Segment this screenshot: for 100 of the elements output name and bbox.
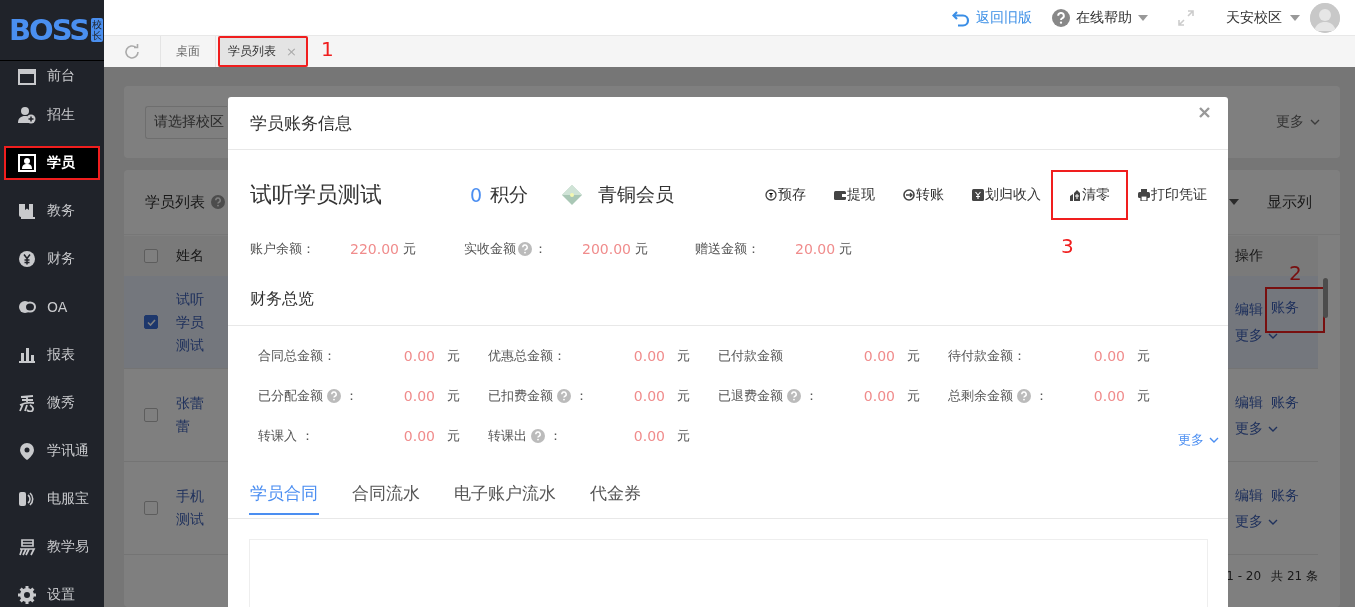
user-card-icon <box>18 154 36 172</box>
checkbox[interactable] <box>144 315 158 329</box>
chat-icon <box>18 298 36 316</box>
section-title: 财务总览 <box>228 254 1228 326</box>
amount-value: 0.00 <box>863 348 895 364</box>
campus-menu[interactable]: 天安校区 <box>1226 8 1300 27</box>
close-icon[interactable] <box>1199 107 1210 118</box>
chevron-down-icon <box>1268 332 1278 340</box>
member-level-label: 青铜会员 <box>598 182 675 207</box>
action-button[interactable]: 提现 <box>834 186 875 204</box>
help-icon <box>531 429 545 443</box>
chevron-down-icon <box>1310 118 1320 126</box>
logo-badge: 校长 <box>91 18 104 42</box>
sidebar-item[interactable]: 教务 <box>4 194 100 228</box>
sidebar-item[interactable]: 电服宝 <box>4 482 100 516</box>
help-icon <box>327 389 341 403</box>
column-header: 姓名 <box>176 247 205 265</box>
checkbox[interactable] <box>144 408 158 422</box>
help-icon <box>1052 8 1070 27</box>
location-pin-icon <box>18 442 36 460</box>
field-label: 待付款金额： <box>948 347 1027 365</box>
unit-label: 元 <box>447 427 460 445</box>
total-count: 共 21 条 <box>1271 567 1318 585</box>
coin-icon <box>765 189 777 201</box>
amount-value: 0.00 <box>403 428 435 444</box>
diamond-icon <box>562 185 583 205</box>
sidebar-item[interactable]: OA <box>4 290 100 324</box>
field-label: 转课入 ： <box>258 427 316 445</box>
field-label: 已分配金额 ： <box>258 387 359 405</box>
annotation-number: 2 <box>1289 261 1302 285</box>
scrollbar-thumb[interactable] <box>1323 278 1328 318</box>
sidebar-item[interactable]: 设置 <box>4 578 100 607</box>
unit-label: 元 <box>447 347 460 365</box>
unit-label: 元 <box>677 347 690 365</box>
yen-icon <box>972 189 984 201</box>
chevron-down-icon <box>1209 436 1219 444</box>
unit-label: 元 <box>907 387 920 405</box>
calendar-icon <box>18 67 36 85</box>
fullscreen-icon <box>1178 9 1194 26</box>
help-icon <box>211 195 225 209</box>
phone-icon <box>18 490 36 508</box>
logo-text: BOSS <box>9 13 89 47</box>
help-menu[interactable]: 在线帮助 <box>1052 8 1148 27</box>
tab[interactable]: 代金券 <box>589 473 642 515</box>
transfer-icon <box>903 189 915 201</box>
show-columns-button[interactable]: 显示列 <box>1267 192 1312 212</box>
undo-icon <box>952 8 970 27</box>
unit-label: 元 <box>447 387 460 405</box>
user-add-icon <box>18 106 36 124</box>
action-button[interactable]: 预存 <box>765 186 806 204</box>
amount-value: 220.00 <box>350 241 399 257</box>
tab[interactable]: 合同流水 <box>351 473 421 515</box>
field-label: 已扣费金额 ： <box>488 387 589 405</box>
help-icon <box>1017 389 1031 403</box>
unit-label: 元 <box>1137 347 1150 365</box>
sidebar-item[interactable]: 报表 <box>4 338 100 372</box>
amount-value: 0.00 <box>1093 348 1125 364</box>
caret-icon <box>1229 199 1239 205</box>
action-button[interactable]: 打印凭证 <box>1138 186 1207 204</box>
print-icon <box>1138 189 1150 201</box>
action-button[interactable]: 划归收入 <box>972 186 1041 204</box>
column-header: 操作 <box>1235 247 1264 265</box>
tab[interactable]: 电子账户流水 <box>453 473 557 515</box>
sidebar-item[interactable]: 财务 <box>4 242 100 276</box>
field-label: 转课出 ： <box>488 427 563 445</box>
points-label: 积分 <box>490 182 529 207</box>
sidebar-item[interactable]: 学讯通 <box>4 434 100 468</box>
back-link[interactable]: 返回旧版 <box>952 8 1032 27</box>
help-icon <box>557 389 571 403</box>
unit-label: 元 <box>1137 387 1150 405</box>
chevron-down-icon <box>1268 425 1278 433</box>
dialog-title: 学员账务信息 <box>250 111 352 135</box>
checkbox[interactable] <box>144 501 158 515</box>
campus-select[interactable]: 请选择校区 <box>145 105 227 139</box>
field-label: 已退费金额 ： <box>718 387 819 405</box>
points-value: 0 <box>470 184 483 206</box>
action-button[interactable]: 转账 <box>903 186 944 204</box>
sidebar-item[interactable]: 招生 <box>4 98 100 132</box>
field-label: 总剩余金额 ： <box>948 387 1049 405</box>
sidebar-item[interactable]: 学员 <box>4 146 100 180</box>
sidebar-item[interactable]: 前台 <box>4 63 100 89</box>
field-label: 已付款金额 <box>718 347 784 365</box>
field-label: 优惠总金额： <box>488 347 567 365</box>
field-label: 合同总金额： <box>258 347 337 365</box>
bar-chart-icon <box>18 346 36 364</box>
amount-value: 0.00 <box>863 388 895 404</box>
building-icon <box>1069 189 1081 201</box>
book-icon <box>18 202 36 220</box>
amount-value: 0.00 <box>633 428 665 444</box>
sidebar-item[interactable]: 微秀 <box>4 386 100 420</box>
unit-label: 元 <box>677 387 690 405</box>
sidebar-item[interactable]: 教学易 <box>4 530 100 564</box>
caret-icon <box>1290 14 1300 21</box>
page-tab[interactable]: 桌面 <box>161 36 216 67</box>
checkbox[interactable] <box>144 249 158 263</box>
settings-icon <box>18 586 36 604</box>
yen-icon <box>18 250 36 268</box>
refresh-icon[interactable] <box>123 42 141 61</box>
amount-value: 0.00 <box>1093 388 1125 404</box>
page-range: 1 - 20 <box>1226 569 1262 583</box>
